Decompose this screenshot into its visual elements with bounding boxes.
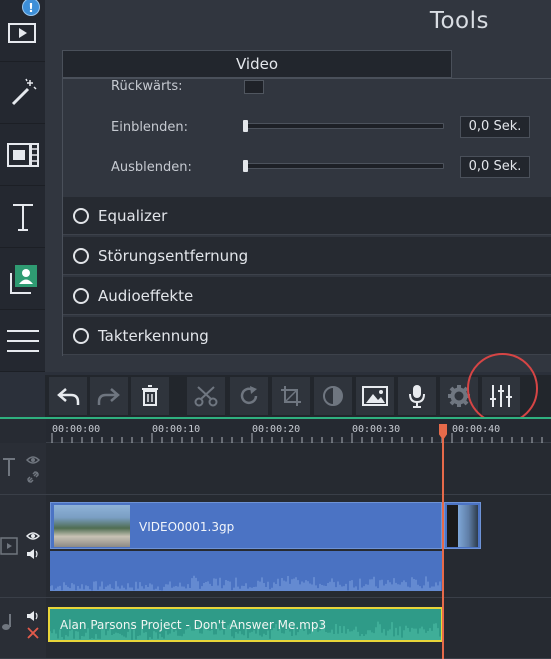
- audio-track-header: [0, 598, 46, 659]
- magic-wand-icon: [11, 78, 37, 105]
- microphone-icon: [409, 385, 425, 408]
- waveform: [49, 575, 441, 591]
- beat-detection-radio[interactable]: [73, 327, 89, 344]
- image-icon: [362, 386, 388, 406]
- color-adjust-button[interactable]: [314, 377, 352, 415]
- notification-badge: !: [22, 0, 40, 16]
- ruler-ticks: [51, 433, 543, 443]
- record-voice-button[interactable]: [398, 377, 436, 415]
- audio-clip[interactable]: Alan Parsons Project - Don't Answer Me.m…: [48, 607, 443, 642]
- menu-icon: [6, 329, 39, 352]
- crop-icon: [281, 386, 301, 406]
- noise-removal-radio[interactable]: [73, 247, 89, 264]
- video-thumbnail: [447, 505, 478, 547]
- sidebar-titles-button[interactable]: [0, 186, 45, 248]
- audio-effects-radio[interactable]: [73, 287, 89, 304]
- section-label: Equalizer: [98, 206, 168, 225]
- sidebar-more-button[interactable]: [0, 310, 45, 372]
- fade-out-value[interactable]: 0,0 Sek.: [460, 156, 530, 178]
- video-track-header: [0, 495, 46, 598]
- sidebar-import-button[interactable]: !: [0, 0, 45, 62]
- left-sidebar: !: [0, 0, 45, 372]
- trash-icon: [142, 385, 158, 406]
- redo-button[interactable]: [90, 377, 128, 415]
- rotate-button[interactable]: [230, 377, 268, 415]
- reverse-checkbox[interactable]: [244, 80, 264, 94]
- section-label: Takterkennung: [98, 326, 209, 345]
- fade-out-slider-handle[interactable]: [243, 160, 248, 172]
- panel-title: Tools: [429, 8, 489, 34]
- section-equalizer[interactable]: Equalizer: [63, 197, 551, 235]
- section-label: Audioeffekte: [98, 286, 194, 305]
- fade-out-label: Ausblenden:: [111, 160, 192, 175]
- playhead[interactable]: [442, 424, 444, 659]
- fade-in-value[interactable]: 0,0 Sek.: [460, 116, 530, 138]
- eye-icon[interactable]: [26, 531, 40, 541]
- equalizer-radio[interactable]: [73, 207, 89, 224]
- color-icon: [323, 386, 343, 406]
- video-clip[interactable]: VIDEO0001.3gp: [50, 502, 442, 549]
- import-icon: [7, 22, 36, 43]
- video-audio-waveform[interactable]: [49, 551, 442, 591]
- section-beat-detection[interactable]: Takterkennung: [63, 317, 551, 355]
- fade-in-label: Einblenden:: [111, 120, 189, 135]
- crop-button[interactable]: [272, 377, 310, 415]
- video-thumbnail: [54, 505, 130, 547]
- tab-video[interactable]: Video: [62, 50, 452, 78]
- speaker-icon[interactable]: [26, 548, 40, 560]
- speaker-icon[interactable]: [26, 610, 40, 622]
- undo-icon: [57, 388, 80, 405]
- rotate-icon: [240, 386, 258, 405]
- highlight-annotation: [467, 353, 538, 424]
- fade-in-slider-handle[interactable]: [243, 120, 248, 132]
- fade-out-slider[interactable]: [244, 163, 444, 169]
- text-icon: [12, 203, 33, 231]
- unlink-icon[interactable]: [27, 627, 39, 639]
- filter-icon: [6, 142, 39, 167]
- link-icon[interactable]: [27, 471, 39, 483]
- section-audio-effects[interactable]: Audioeffekte: [63, 277, 551, 315]
- undo-button[interactable]: [49, 377, 87, 415]
- film-icon: [0, 537, 18, 555]
- sidebar-filters-button[interactable]: [0, 124, 45, 186]
- fade-in-slider[interactable]: [244, 123, 444, 129]
- sidebar-effects-button[interactable]: [0, 62, 45, 124]
- video-clip-label: VIDEO0001.3gp: [139, 520, 235, 534]
- eye-icon[interactable]: [26, 455, 40, 465]
- music-note-icon: [2, 614, 11, 630]
- user-icon: [9, 264, 37, 294]
- reverse-label: Rückwärts:: [111, 79, 183, 94]
- audio-clip-label: Alan Parsons Project - Don't Answer Me.m…: [60, 618, 327, 632]
- video-clip-next[interactable]: [444, 502, 481, 549]
- section-noise-removal[interactable]: Störungsentfernung: [63, 237, 551, 275]
- scissors-icon: [194, 386, 218, 407]
- title-track[interactable]: [46, 443, 551, 495]
- title-track-header: [0, 443, 46, 495]
- sidebar-stickers-button[interactable]: [0, 248, 45, 310]
- delete-button[interactable]: [131, 377, 169, 415]
- text-icon: [3, 458, 15, 476]
- split-button[interactable]: [187, 377, 225, 415]
- redo-icon: [97, 388, 120, 405]
- image-button[interactable]: [356, 377, 394, 415]
- section-label: Störungsentfernung: [98, 246, 249, 265]
